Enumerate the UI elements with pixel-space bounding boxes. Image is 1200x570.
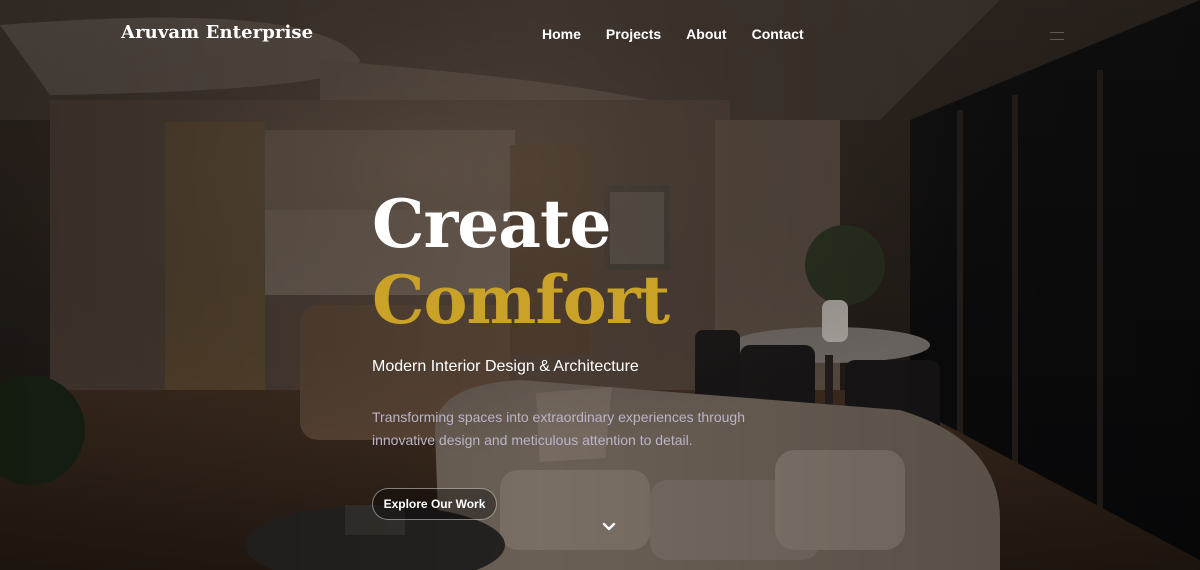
nav-links: Home Projects About Contact — [542, 26, 804, 42]
hero-description: Transforming spaces into extraordinary e… — [372, 409, 746, 448]
hero-section: Aruvam Enterprise Home Projects About Co… — [0, 0, 1200, 570]
hero-title: Create Comfort — [372, 185, 670, 339]
nav-link-home[interactable]: Home — [542, 26, 581, 42]
nav-link-contact[interactable]: Contact — [752, 26, 804, 42]
explore-work-button[interactable]: Explore Our Work — [372, 488, 497, 520]
nav-link-about[interactable]: About — [686, 26, 726, 42]
hamburger-icon[interactable] — [1050, 32, 1064, 40]
hero-subtitle: Modern Interior Design & Architecture — [372, 358, 639, 375]
hero-title-line1: Create — [372, 185, 612, 263]
brand-logo[interactable]: Aruvam Enterprise — [121, 22, 313, 43]
chevron-down-icon[interactable] — [600, 518, 618, 536]
navbar: Aruvam Enterprise Home Projects About Co… — [0, 0, 1200, 68]
nav-link-projects[interactable]: Projects — [606, 26, 661, 42]
hero-title-line2: Comfort — [372, 261, 670, 339]
